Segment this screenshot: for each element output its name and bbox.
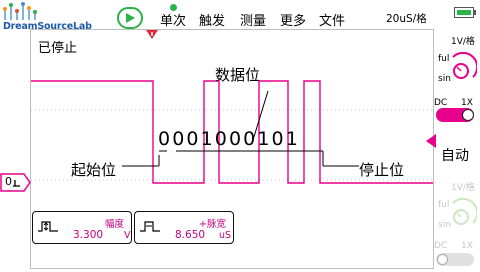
timebase-label[interactable]: 20uS/格 (386, 11, 427, 26)
play-icon (126, 13, 135, 23)
menu-file[interactable]: 文件 (319, 10, 345, 29)
measurement-pulse-width-name: +脉宽 (199, 219, 226, 230)
trigger-mode-label[interactable]: 自动 (441, 145, 469, 165)
ch2-toggle-switch[interactable] (436, 253, 474, 266)
channel-marker-label: 0 (5, 175, 12, 188)
menu-single[interactable]: 单次 (160, 10, 186, 29)
measurement-pulse-width-unit: uS (219, 230, 232, 241)
ch1-dc-label: DC (434, 98, 448, 108)
bit-sequence: 0001000101 (158, 128, 300, 150)
channel-marker[interactable]: 0 (0, 173, 31, 192)
menu-more[interactable]: 更多 (280, 10, 306, 29)
measurement-amplitude[interactable]: 幅度 3.300 V (32, 211, 132, 244)
measurement-pulse-width-value: 8.650 (175, 229, 206, 241)
start-bit-label: 起始位 (71, 161, 117, 179)
ch1-scale[interactable]: 1V/格 (451, 34, 475, 47)
ch2-probe-label: 1X (461, 241, 473, 251)
measurement-amplitude-unit: V (124, 230, 131, 241)
ch2-dc-label: DC (434, 241, 448, 251)
ch2-scale-knob[interactable] (447, 197, 479, 242)
measurement-amplitude-value: 3.300 (73, 229, 104, 241)
pulse-width-icon (140, 221, 160, 232)
ch1-scale-knob[interactable] (447, 51, 479, 96)
measurement-amplitude-name: 幅度 (105, 219, 125, 230)
amplitude-icon (38, 221, 58, 232)
data-bits-label: 数据位 (215, 66, 261, 84)
menu-trigger[interactable]: 触发 (199, 10, 225, 29)
acquisition-status: 已停止 (38, 41, 78, 56)
ch1-toggle-switch[interactable] (436, 108, 474, 122)
run-stop-button[interactable] (117, 7, 143, 29)
measurement-pulse-width[interactable]: +脉宽 8.650 uS (134, 211, 234, 244)
trigger-position-marker[interactable] (146, 27, 158, 46)
battery-icon (454, 7, 474, 18)
trigger-level-marker[interactable] (426, 133, 436, 152)
menu-measure[interactable]: 测量 (240, 10, 266, 29)
ch2-scale[interactable]: 1V/格 (451, 180, 475, 193)
stop-bit-label: 停止位 (359, 161, 405, 179)
ch1-probe-label: 1X (461, 98, 473, 108)
